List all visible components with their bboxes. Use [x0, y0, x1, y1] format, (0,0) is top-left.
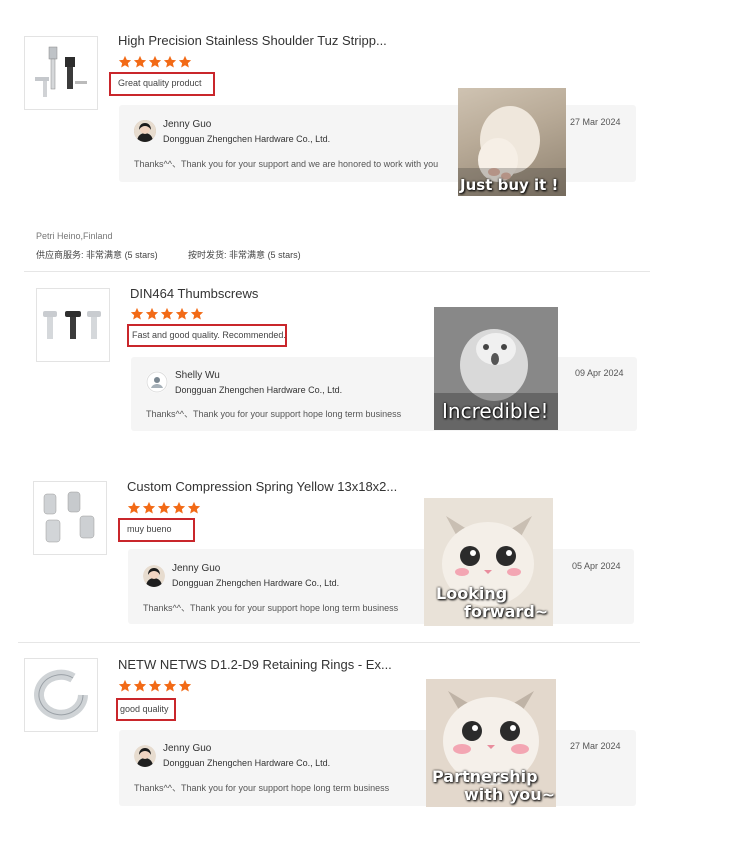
- reply-company: Dongguan Zhengchen Hardware Co., Ltd.: [175, 385, 343, 395]
- star-rating: [118, 679, 194, 693]
- seller-reply: [119, 730, 636, 806]
- review-comment: Great quality product: [109, 72, 215, 96]
- meme-caption: with you~: [464, 785, 556, 804]
- meme-caption: Partnership: [432, 767, 538, 786]
- star-rating: [127, 501, 203, 515]
- reply-date: 05 Apr 2024: [572, 561, 621, 571]
- product-thumbnail[interactable]: [24, 658, 98, 732]
- product-title[interactable]: DIN464 Thumbscrews: [130, 286, 258, 301]
- avatar: [146, 371, 168, 393]
- product-thumbnail[interactable]: [36, 288, 110, 362]
- reply-date: 27 Mar 2024: [570, 117, 621, 127]
- divider: [24, 271, 650, 272]
- product-title[interactable]: High Precision Stainless Shoulder Tuz St…: [118, 33, 387, 48]
- star-icon: [118, 55, 192, 68]
- review-comment: good quality: [116, 698, 176, 721]
- cat-cheek-meme: Partnership with you~: [426, 679, 556, 807]
- reply-message: Thanks^^、Thank you for your support hope…: [143, 603, 399, 613]
- star-rating: [118, 55, 194, 69]
- reviewer-name: Petri Heino,Finland: [36, 231, 113, 241]
- review-comment: muy bueno: [118, 518, 195, 542]
- star-rating: [130, 307, 206, 321]
- product-title[interactable]: Custom Compression Spring Yellow 13x18x2…: [127, 479, 397, 494]
- avatar: [134, 745, 156, 767]
- product-thumbnail[interactable]: [24, 36, 98, 110]
- meme-caption: forward~: [464, 602, 549, 621]
- divider: [18, 642, 640, 643]
- reply-date: 27 Mar 2024: [570, 741, 621, 751]
- review-comment: Fast and good quality. Recommended.: [127, 324, 287, 347]
- cat-pleading-meme: Looking forward~: [424, 498, 553, 626]
- reply-company: Dongguan Zhengchen Hardware Co., Ltd.: [163, 758, 331, 768]
- star-icon: [127, 501, 201, 514]
- supplier-service-rating: 供应商服务: 非常满意 (5 stars): [36, 250, 158, 260]
- thumbscrews-image: [43, 311, 101, 339]
- reply-company: Dongguan Zhengchen Hardware Co., Ltd.: [172, 578, 340, 588]
- ontime-delivery-rating: 按时发货: 非常满意 (5 stars): [188, 250, 301, 260]
- star-icon: [118, 679, 192, 692]
- reply-date: 09 Apr 2024: [575, 368, 624, 378]
- meme-caption: Looking: [436, 584, 508, 603]
- meme-caption: Incredible!: [442, 399, 549, 423]
- reply-message: Thanks^^、Thank you for your support hope…: [134, 783, 390, 793]
- reply-company: Dongguan Zhengchen Hardware Co., Ltd.: [163, 134, 331, 144]
- reply-author: Shelly Wu: [175, 370, 220, 381]
- meme-caption: Just buy it !: [460, 176, 559, 194]
- shoulder-screws-image: [35, 46, 87, 97]
- reply-author: Jenny Guo: [163, 743, 212, 754]
- reply-message: Thanks^^、Thank you for your support hope…: [146, 409, 402, 419]
- star-icon: [130, 307, 204, 320]
- cat-paw-meme: Just buy it !: [458, 88, 566, 196]
- reply-message: Thanks^^、Thank you for your support and …: [134, 159, 439, 169]
- cat-shocked-meme: Incredible!: [434, 307, 558, 430]
- reply-author: Jenny Guo: [163, 119, 212, 130]
- reply-author: Jenny Guo: [172, 563, 221, 574]
- product-title[interactable]: NETW NETWS D1.2-D9 Retaining Rings - Ex.…: [118, 657, 392, 672]
- avatar: [143, 565, 165, 587]
- avatar: [134, 120, 156, 142]
- product-thumbnail[interactable]: [33, 481, 107, 555]
- retaining-ring-image: [34, 669, 88, 720]
- springs-image: [43, 491, 95, 543]
